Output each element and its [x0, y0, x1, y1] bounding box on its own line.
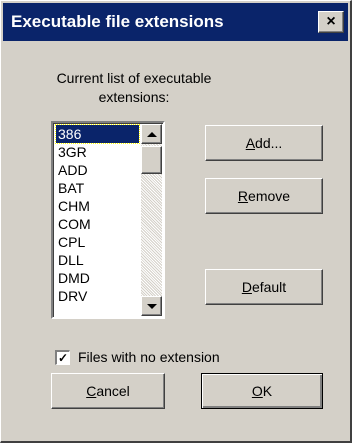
list-item[interactable]: CHM	[56, 197, 139, 215]
add-button[interactable]: Add...	[205, 125, 323, 161]
arrow-down-icon	[146, 303, 157, 309]
checkmark-icon: ✓	[57, 350, 69, 365]
default-button[interactable]: Default	[205, 269, 323, 305]
dialog-window: Executable file extensions × Current lis…	[0, 0, 352, 443]
remove-button[interactable]: Remove	[205, 178, 323, 214]
list-item[interactable]: DRV	[56, 287, 139, 305]
no-extension-label: Files with no extension	[78, 349, 220, 365]
close-icon: ×	[326, 13, 336, 30]
list-item[interactable]: DMD	[56, 269, 139, 287]
add-button-label: Add...	[245, 135, 283, 151]
list-item[interactable]: BAT	[56, 179, 139, 197]
list-item[interactable]: 3GR	[56, 143, 139, 161]
extensions-list: 386 3GR ADD BAT CHM COM CPL DLL DMD DRV	[55, 124, 140, 305]
default-button-label: Default	[241, 279, 287, 295]
ok-button[interactable]: OK	[201, 373, 323, 409]
list-scrollbar[interactable]	[141, 124, 162, 316]
scroll-thumb[interactable]	[141, 146, 162, 174]
close-button[interactable]: ×	[318, 11, 344, 33]
list-item[interactable]: COM	[56, 215, 139, 233]
list-label: Current list of executable extensions:	[29, 69, 239, 107]
remove-button-label: Remove	[237, 188, 291, 204]
scroll-up-button[interactable]	[141, 124, 162, 144]
no-extension-checkbox[interactable]: ✓	[55, 349, 70, 365]
list-label-line1: Current list of executable	[56, 70, 212, 86]
window-title: Executable file extensions	[11, 12, 224, 31]
scroll-down-button[interactable]	[141, 296, 162, 316]
list-item[interactable]: DLL	[56, 251, 139, 269]
ok-button-label: OK	[251, 383, 273, 399]
list-item[interactable]: ADD	[56, 161, 139, 179]
cancel-button-label: Cancel	[86, 383, 130, 399]
cancel-button[interactable]: Cancel	[51, 373, 165, 409]
list-item[interactable]: 386	[55, 124, 140, 144]
extensions-listbox[interactable]: 386 3GR ADD BAT CHM COM CPL DLL DMD DRV	[51, 121, 165, 319]
arrow-up-icon	[146, 131, 157, 137]
list-label-line2: extensions:	[98, 89, 170, 105]
no-extension-checkbox-row[interactable]: ✓ Files with no extension	[55, 349, 220, 365]
title-bar[interactable]: Executable file extensions ×	[3, 3, 348, 41]
list-item[interactable]: CPL	[56, 233, 139, 251]
